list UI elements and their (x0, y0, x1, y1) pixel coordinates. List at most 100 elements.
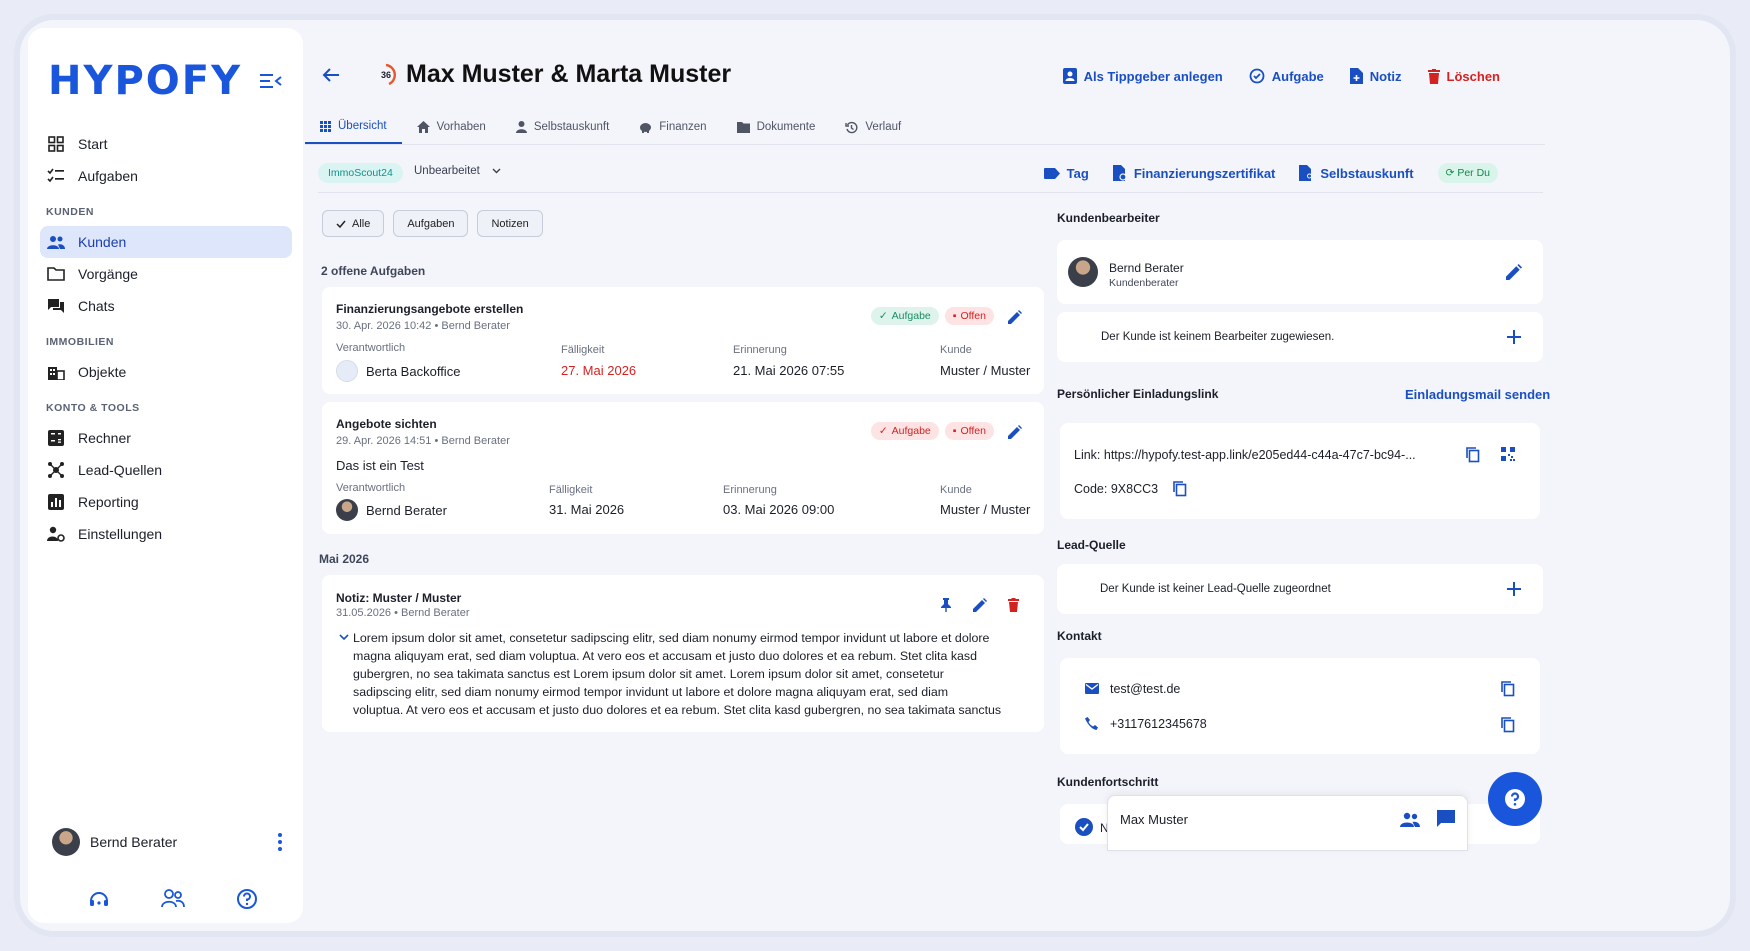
add-task-button[interactable]: Aufgabe (1249, 68, 1324, 84)
label-erinnerung: Erinnerung (733, 344, 787, 356)
tab-finanzen[interactable]: Finanzen (624, 110, 721, 144)
tab-verlauf[interactable]: Verlauf (830, 110, 916, 144)
bearbeiter-role: Kundenberater (1109, 277, 1179, 289)
copy-icon[interactable] (1173, 481, 1187, 497)
trash-icon (1427, 68, 1440, 84)
note-card[interactable]: Notiz: Muster / Muster 31.05.2026 • Bern… (322, 575, 1044, 732)
pencil-icon[interactable] (973, 598, 987, 612)
note-line: sadipscing elitr, sed diam nonumy eirmod… (353, 685, 949, 699)
filter-aufgaben[interactable]: Aufgaben (393, 210, 469, 237)
sidebar-item-kunden[interactable]: Kunden (40, 226, 292, 258)
collapse-menu-icon[interactable] (260, 72, 282, 90)
add-task-label: Aufgabe (1271, 68, 1324, 84)
support-icon[interactable] (88, 888, 110, 910)
sidebar-item-vorgaenge[interactable]: Vorgänge (40, 258, 292, 290)
reminder-date: 21. Mai 2026 07:55 (733, 363, 845, 378)
checklist-icon (46, 166, 66, 186)
copy-icon[interactable] (1466, 447, 1480, 463)
task-card[interactable]: Finanzierungsangebote erstellen 30. Apr.… (322, 287, 1044, 394)
bearbeiter-card: Bernd Berater Kundenberater (1057, 240, 1543, 304)
filter-notizen[interactable]: Notizen (477, 210, 543, 237)
status-select[interactable]: Unbearbeitet (414, 165, 501, 177)
copy-icon[interactable] (1501, 681, 1515, 697)
tag-icon (1043, 167, 1060, 179)
tab-vorhaben[interactable]: Vorhaben (402, 110, 501, 144)
month-heading: Mai 2026 (319, 552, 370, 566)
help-circle-icon[interactable] (236, 888, 258, 910)
people-icon[interactable] (1400, 812, 1420, 827)
sidebar-item-einstellungen[interactable]: Einstellungen (40, 518, 292, 550)
avatar (1068, 257, 1098, 287)
tab-label: Selbstauskunft (533, 121, 610, 133)
sidebar-item-aufgaben[interactable]: Aufgaben (40, 160, 292, 192)
lead-card: Der Kunde ist keiner Lead-Quelle zugeord… (1057, 564, 1543, 614)
contact-phone[interactable]: +3117612345678 (1110, 717, 1207, 731)
pencil-icon[interactable] (1506, 264, 1522, 280)
sidebar-item-rechner[interactable]: Rechner (40, 422, 292, 454)
building-icon (46, 362, 66, 382)
sidebar-nav: Start Aufgaben KUNDEN Kunden Vorgänge Ch… (40, 128, 292, 550)
label-faelligkeit: Fälligkeit (561, 344, 605, 356)
current-user[interactable]: Bernd Berater (52, 828, 282, 856)
delete-button[interactable]: Löschen (1427, 68, 1500, 84)
more-vert-icon[interactable] (278, 833, 282, 851)
pin-icon[interactable] (941, 598, 951, 612)
responsible-name: Bernd Berater (366, 502, 447, 518)
label-verantwortlich: Verantwortlich (336, 342, 406, 354)
logo[interactable]: HYPOFY (48, 58, 242, 104)
pencil-icon[interactable] (1008, 310, 1022, 324)
filter-label: Alle (352, 217, 371, 230)
contact-card-icon (1062, 68, 1077, 84)
zertifikat-button[interactable]: Finanzierungszertifikat (1112, 165, 1275, 181)
filter-alle[interactable]: Alle (322, 210, 385, 237)
invitation-link[interactable]: Link: https://hypofy.test-app.link/e205e… (1074, 448, 1416, 462)
note-add-icon (1349, 68, 1363, 84)
secondary-actions: Tag Finanzierungszertifikat Selbstauskun… (1043, 163, 1498, 183)
sidebar-item-chats[interactable]: Chats (40, 290, 292, 322)
per-du-label: Per Du (1457, 167, 1490, 179)
sidebar-footer-icons (88, 888, 258, 910)
plus-icon[interactable] (1507, 330, 1521, 344)
mail-icon (1085, 683, 1099, 694)
task-title: Angebote sichten (336, 417, 437, 431)
tab-dokumente[interactable]: Dokumente (722, 110, 831, 144)
chat-popup[interactable]: Max Muster (1107, 795, 1468, 851)
check-circle-icon (1075, 818, 1093, 836)
badge-aufgabe: ✓ Aufgabe (870, 307, 939, 325)
tag-button[interactable]: Tag (1043, 166, 1089, 181)
qr-code-icon[interactable] (1501, 447, 1515, 461)
logo-text: HYPOFY (48, 58, 243, 104)
sidebar-item-objekte[interactable]: Objekte (40, 356, 292, 388)
tab-uebersicht[interactable]: Übersicht (305, 110, 402, 144)
tab-selbstauskunft[interactable]: Selbstauskunft (501, 110, 624, 144)
sidebar-item-lead-quellen[interactable]: Lead-Quellen (40, 454, 292, 486)
sidebar-item-reporting[interactable]: Reporting (40, 486, 292, 518)
sidebar-item-label: Einstellungen (78, 526, 163, 542)
chevron-down-icon[interactable] (339, 634, 349, 641)
badge-label: Aufgabe (891, 310, 931, 322)
sidebar-item-start[interactable]: Start (40, 128, 292, 160)
task-card[interactable]: Angebote sichten 29. Apr. 2026 14:51 • B… (322, 402, 1044, 534)
plus-icon[interactable] (1507, 582, 1521, 596)
team-icon[interactable] (161, 888, 185, 908)
document-user-icon (1299, 165, 1313, 181)
selbstauskunft-button[interactable]: Selbstauskunft (1299, 165, 1414, 181)
tippgeber-button[interactable]: Als Tippgeber anlegen (1062, 68, 1223, 84)
trash-icon[interactable] (1008, 598, 1019, 612)
tab-label: Verlauf (865, 121, 902, 133)
copy-icon[interactable] (1501, 717, 1515, 733)
back-arrow-icon[interactable] (322, 67, 340, 83)
pencil-icon[interactable] (1008, 425, 1022, 439)
task-meta: 30. Apr. 2026 10:42 • Bernd Berater (336, 320, 510, 332)
send-invitation-link[interactable]: Einladungsmail senden (1405, 387, 1550, 402)
add-note-button[interactable]: Notiz (1349, 68, 1402, 84)
help-fab-button[interactable] (1488, 772, 1542, 826)
chat-bubble-icon[interactable] (1437, 810, 1455, 828)
lead-source-chip[interactable]: ImmoScout24 (318, 163, 403, 183)
document-icon: ▪ (952, 310, 957, 322)
check-circle-icon: ✓ (878, 425, 888, 437)
per-du-chip[interactable]: ⟳ Per Du (1437, 163, 1498, 183)
contact-email[interactable]: test@test.de (1110, 682, 1180, 696)
label-erinnerung: Erinnerung (723, 484, 777, 496)
history-icon (845, 121, 858, 133)
